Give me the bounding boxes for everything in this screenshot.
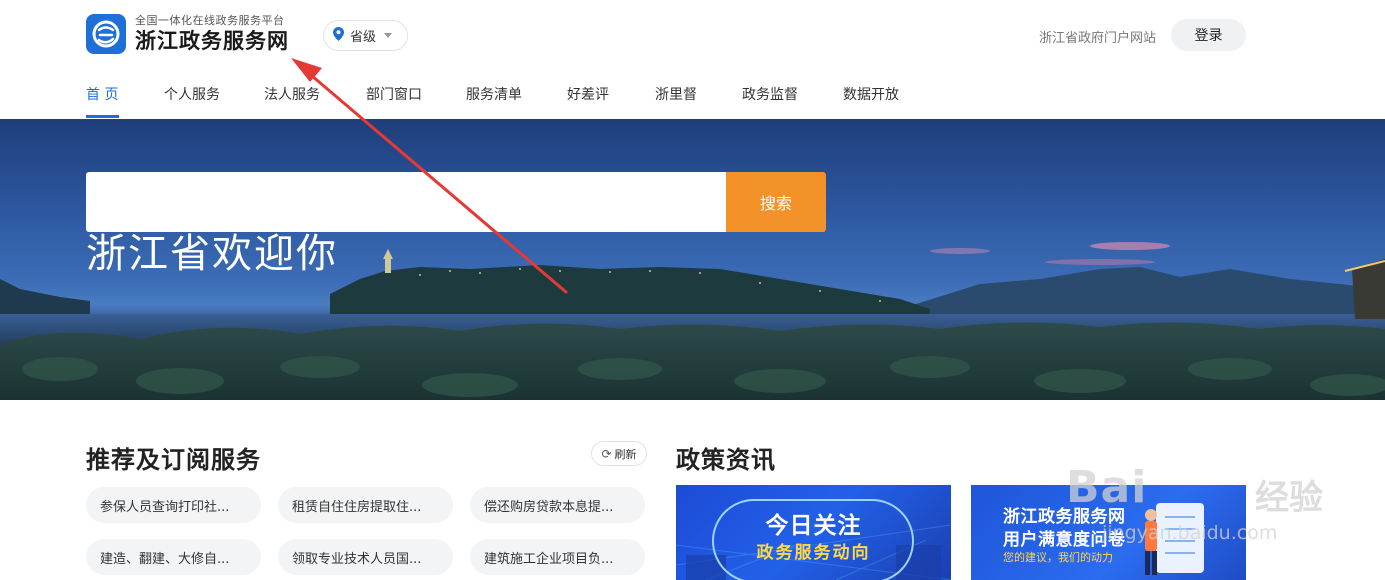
service-chip[interactable]: 参保人员查询打印社... xyxy=(86,487,261,523)
region-select[interactable]: 省级 xyxy=(323,20,408,51)
watermark-brand: 经验 xyxy=(1255,478,1323,518)
site-header: 全国一体化在线政务服务平台 浙江政务服务网 省级 浙江省政府门户网站 登录 首 … xyxy=(0,0,1385,119)
main-nav: 首 页 个人服务 法人服务 部门窗口 服务清单 好差评 浙里督 政务监督 数据开… xyxy=(0,78,1385,119)
refresh-button[interactable]: ⟳ 刷新 xyxy=(591,441,647,466)
news-card-today-title: 今日关注 xyxy=(765,513,862,539)
logo-subtitle: 全国一体化在线政务服务平台 xyxy=(135,14,285,27)
region-select-value: 省级 xyxy=(350,30,377,45)
news-card-today-subtitle: 政务服务动向 xyxy=(756,543,871,563)
watermark-url: jingyan.baidu.com xyxy=(1102,522,1278,544)
search-button[interactable]: 搜索 xyxy=(726,172,826,232)
refresh-icon: ⟳ xyxy=(601,446,612,461)
nav-item-service-list[interactable]: 服务清单 xyxy=(466,84,522,104)
logo-icon xyxy=(86,14,126,54)
service-chip[interactable]: 建筑施工企业项目负... xyxy=(470,539,645,575)
nav-item-departments[interactable]: 部门窗口 xyxy=(366,84,422,104)
login-button[interactable]: 登录 xyxy=(1171,19,1246,51)
service-chip[interactable]: 租赁自住住房提取住... xyxy=(278,487,453,523)
nav-item-open-data[interactable]: 数据开放 xyxy=(843,84,899,104)
nav-item-legal-entity[interactable]: 法人服务 xyxy=(264,84,320,104)
refresh-label: 刷新 xyxy=(614,447,637,461)
watermark-logo: Bai xyxy=(1066,462,1148,513)
location-pin-icon xyxy=(333,26,344,45)
portal-link[interactable]: 浙江省政府门户网站 xyxy=(1039,27,1156,46)
service-chip[interactable]: 领取专业技术人员国... xyxy=(278,539,453,575)
news-card-survey-caption: 您的建议，我们的动力 xyxy=(1003,551,1113,564)
news-card-today[interactable]: 今日关注 政务服务动向 xyxy=(676,485,951,580)
site-logo[interactable]: 全国一体化在线政务服务平台 浙江政务服务网 xyxy=(86,14,289,54)
search-input[interactable] xyxy=(86,172,726,232)
nav-item-rating[interactable]: 好差评 xyxy=(567,84,609,104)
nav-item-gov-supervision[interactable]: 政务监督 xyxy=(742,84,798,104)
chevron-down-icon xyxy=(384,33,393,38)
service-chip[interactable]: 偿还购房贷款本息提... xyxy=(470,487,645,523)
nav-active-indicator xyxy=(86,115,119,118)
news-title: 政策资讯 xyxy=(676,446,776,474)
recommend-title: 推荐及订阅服务 xyxy=(86,446,261,474)
nav-item-supervision[interactable]: 浙里督 xyxy=(655,84,697,104)
service-chip[interactable]: 建造、翻建、大修自... xyxy=(86,539,261,575)
hero-banner: 浙江省欢迎你 xyxy=(0,119,1385,400)
nav-item-home[interactable]: 首 页 xyxy=(86,84,118,104)
nav-item-personal[interactable]: 个人服务 xyxy=(164,84,220,104)
logo-title: 浙江政务服务网 xyxy=(135,29,289,53)
